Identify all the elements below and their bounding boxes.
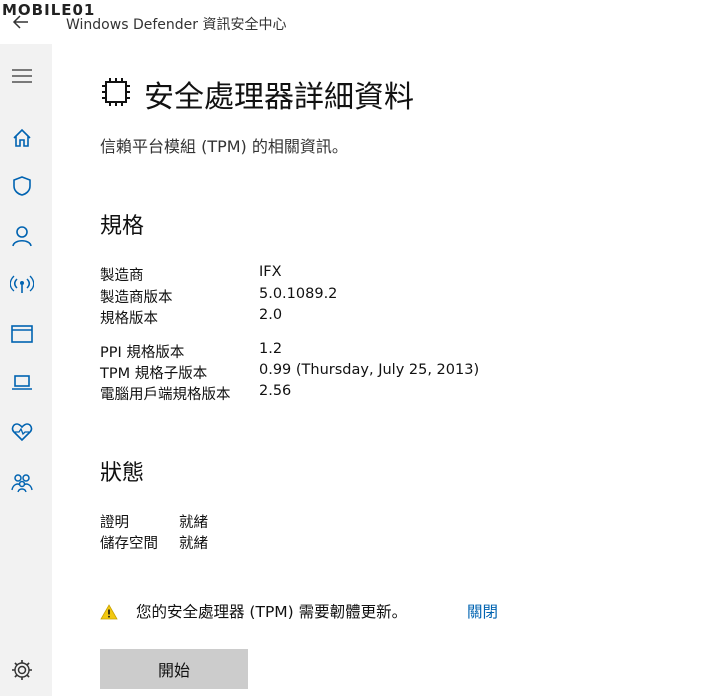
spec-value: 0.99 (Thursday, July 25, 2013) xyxy=(259,362,480,378)
warning-text: 您的安全處理器 (TPM) 需要韌體更新。 xyxy=(136,603,408,621)
spec-value: 2.0 xyxy=(259,307,283,323)
spec-row: 製造商 IFX xyxy=(100,264,282,285)
shield-icon[interactable] xyxy=(10,174,34,198)
wireless-icon[interactable] xyxy=(9,272,35,296)
title-bar: MOBILE01 Windows Defender 資訊安全中心 xyxy=(0,0,720,44)
spec-value: 1.2 xyxy=(259,341,283,357)
home-icon[interactable] xyxy=(10,126,34,150)
spec-row: 電腦用戶端規格版本 2.56 xyxy=(100,383,291,404)
chip-icon xyxy=(100,76,132,108)
status-value: 就緒 xyxy=(179,536,208,552)
spec-value: 5.0.1089.2 xyxy=(259,286,338,302)
status-value: 就緒 xyxy=(179,515,208,531)
spec-value: 2.56 xyxy=(259,383,292,399)
start-button[interactable]: 開始 xyxy=(100,649,248,689)
hamburger-icon[interactable] xyxy=(10,64,34,88)
window-title: Windows Defender 資訊安全中心 xyxy=(66,17,287,33)
spec-row: 規格版本 2.0 xyxy=(100,307,282,328)
warning-icon xyxy=(100,604,118,620)
page-subtitle: 信賴平台模組 (TPM) 的相關資訊。 xyxy=(100,137,348,156)
gear-icon[interactable] xyxy=(10,658,34,682)
spec-label: 製造商 xyxy=(100,268,144,284)
status-heading: 狀態 xyxy=(100,461,145,486)
spec-label: 規格版本 xyxy=(100,311,158,327)
status-label: 儲存空間 xyxy=(100,536,158,552)
status-label: 證明 xyxy=(100,515,129,531)
spec-label: TPM 規格子版本 xyxy=(100,366,208,382)
spec-label: 製造商版本 xyxy=(100,290,173,306)
status-row: 儲存空間 就緒 xyxy=(100,532,208,553)
person-icon[interactable] xyxy=(10,224,34,248)
dismiss-link[interactable]: 關閉 xyxy=(467,600,498,622)
heart-icon[interactable] xyxy=(10,420,34,444)
app-window-icon[interactable] xyxy=(10,322,34,346)
spec-label: 電腦用戶端規格版本 xyxy=(100,387,231,403)
spec-value: IFX xyxy=(259,264,282,280)
laptop-icon[interactable] xyxy=(10,370,34,394)
family-icon[interactable] xyxy=(10,470,34,494)
status-row: 證明 就緒 xyxy=(100,511,208,532)
back-button[interactable] xyxy=(10,10,34,34)
spec-heading: 規格 xyxy=(100,214,145,239)
page-title: 安全處理器詳細資料 xyxy=(144,80,414,115)
back-arrow-icon xyxy=(12,15,28,29)
spec-row: 製造商版本 5.0.1089.2 xyxy=(100,286,337,307)
spec-row: TPM 規格子版本 0.99 (Thursday, July 25, 2013) xyxy=(100,362,479,383)
sidebar xyxy=(0,44,52,696)
spec-row: PPI 規格版本 1.2 xyxy=(100,341,282,362)
spec-label: PPI 規格版本 xyxy=(100,345,185,361)
